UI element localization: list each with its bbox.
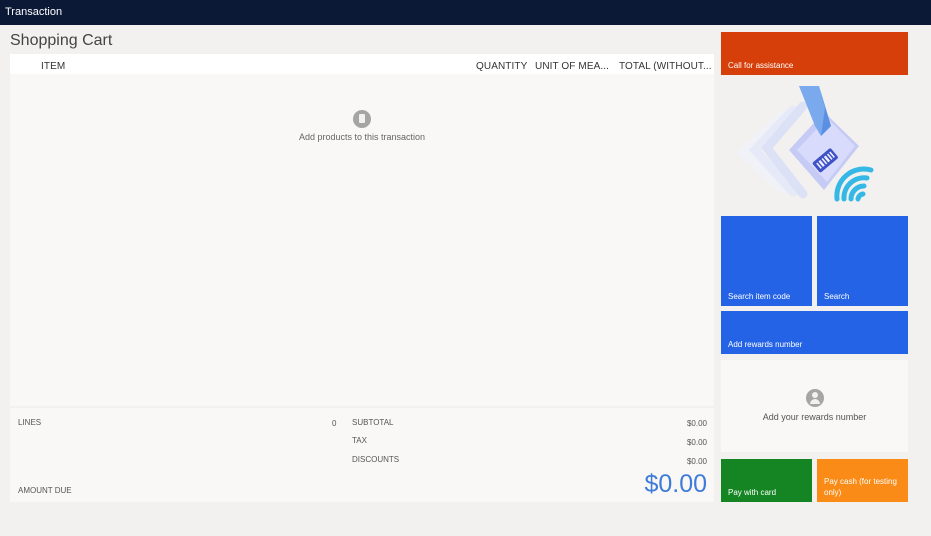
discounts-label: DISCOUNTS (352, 455, 400, 464)
empty-cart-state: Add products to this transaction (260, 110, 464, 142)
pay-with-card-label: Pay with card (728, 488, 777, 497)
empty-cart-message: Add products to this transaction (298, 132, 426, 142)
discounts-value: $0.00 (686, 457, 707, 466)
search-item-code-button[interactable]: Search item code (721, 216, 812, 306)
amount-due-label: AMOUNT DUE (18, 486, 72, 495)
call-for-assistance-button[interactable]: Call for assistance (721, 32, 908, 75)
column-header-total[interactable]: TOTAL (WITHOUT... (619, 61, 712, 72)
rewards-panel[interactable]: Add your rewards number (721, 360, 908, 452)
product-icon (353, 110, 371, 128)
totals-panel: LINES 0 SUBTOTAL $0.00 TAX $0.00 DISCOUN… (10, 408, 714, 502)
person-icon (805, 389, 824, 407)
page-title: Shopping Cart (10, 32, 113, 49)
column-header-item[interactable]: ITEM (41, 61, 65, 72)
scan-barcode-illustration (721, 80, 908, 210)
lines-label: LINES (18, 418, 42, 427)
subtotal-value: $0.00 (686, 419, 707, 428)
add-rewards-number-button[interactable]: Add rewards number (721, 311, 908, 354)
tax-label: TAX (352, 436, 367, 445)
column-header-unit-of-measure[interactable]: UNIT OF MEA... (535, 61, 609, 72)
search-item-code-label: Search item code (728, 292, 791, 301)
scan-barcode-illustration-graphic (736, 86, 874, 202)
pay-cash-label: Pay cash (for testing only) (824, 477, 897, 497)
amount-due-value: $0.00 (644, 470, 707, 498)
cart-table-header: ITEM QUANTITY UNIT OF MEA... TOTAL (WITH… (10, 54, 714, 74)
add-rewards-number-label: Add rewards number (728, 340, 803, 349)
rewards-panel-message: Add your rewards number (762, 412, 867, 422)
subtotal-label: SUBTOTAL (352, 418, 394, 427)
pay-cash-button[interactable]: Pay cash (for testing only) (817, 459, 908, 502)
cart-panel: ITEM QUANTITY UNIT OF MEA... TOTAL (WITH… (10, 54, 714, 406)
call-for-assistance-label: Call for assistance (728, 61, 794, 70)
window-title: Transaction (5, 6, 63, 18)
pay-with-card-button[interactable]: Pay with card (721, 459, 812, 502)
search-button[interactable]: Search (817, 216, 908, 306)
tax-value: $0.00 (686, 438, 707, 447)
window-title-bar: Transaction (0, 0, 931, 25)
search-label: Search (824, 292, 850, 301)
lines-value: 0 (332, 419, 337, 428)
column-header-quantity[interactable]: QUANTITY (476, 61, 527, 72)
